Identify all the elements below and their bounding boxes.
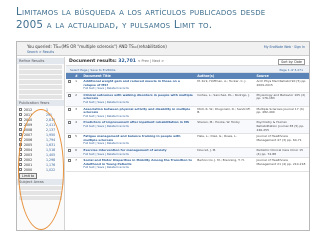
highlight-circle bbox=[18, 109, 64, 230]
row-source: Physiology and Behavior 105 (2) pp. 176-… bbox=[254, 92, 309, 107]
account-links[interactable]: My EndNote Web · Sign In bbox=[264, 45, 305, 49]
slide-title: Limitamos la búsqueda a los artículos pu… bbox=[16, 6, 312, 32]
row-number: 1 bbox=[73, 79, 82, 93]
row-checkbox[interactable] bbox=[68, 148, 71, 152]
row-number: 4 bbox=[73, 119, 82, 135]
row-source: Psychiatry & Human Rehabilitation Journa… bbox=[254, 119, 309, 135]
row-actions[interactable]: Full text | Save | Related records bbox=[83, 142, 193, 146]
table-row: 3 Association between physical activity a… bbox=[66, 106, 309, 121]
table-row: 6 Exercise intervention for management of… bbox=[66, 147, 309, 159]
row-number: 2 bbox=[73, 92, 82, 107]
pager-bar: Select Page | Save to EndNote Page 1 of … bbox=[66, 66, 309, 73]
results-panel: Document results: 32,701 < Prev | Next >… bbox=[66, 57, 309, 230]
screenshot-frame: You queried: TS=(MS OR "multiple scleros… bbox=[16, 41, 310, 231]
table-row: 1 Additional weight gain and reduced musc… bbox=[66, 79, 309, 93]
sort-select[interactable]: Sort by: Date bbox=[278, 58, 305, 65]
row-number: 6 bbox=[73, 147, 82, 159]
row-checkbox[interactable] bbox=[68, 121, 71, 125]
breadcrumb[interactable]: Search > Results bbox=[27, 50, 54, 54]
row-number: 3 bbox=[73, 106, 82, 121]
refine-heading: Refine Results bbox=[17, 58, 64, 64]
slide-title-line1: Limitamos la búsqueda a los artículos pu… bbox=[16, 6, 266, 18]
year-checkbox[interactable] bbox=[19, 113, 22, 116]
row-checkbox[interactable] bbox=[68, 135, 71, 139]
table-row: 5 Fatigue management and balance training… bbox=[66, 133, 309, 148]
results-table: # Document Title Author(s) Source 1 Addit… bbox=[66, 73, 309, 172]
year-checkbox[interactable] bbox=[19, 108, 22, 111]
year-checkbox[interactable] bbox=[19, 128, 22, 131]
row-source: Journal of Healthcare Management 21 (4) … bbox=[254, 157, 309, 172]
row-source: Arch Phys Med Rehabil 90 (5) pp. 2009-20… bbox=[254, 79, 309, 93]
page-indicator: Page 1 of 3,271 bbox=[279, 67, 303, 72]
slide-title-line2: 2005 a la actualidad, y pulsamos Limit t… bbox=[16, 19, 213, 31]
results-count: 32,701 bbox=[118, 59, 137, 64]
row-number: 5 bbox=[73, 133, 82, 148]
table-row: 2 Clinical outcomes with walking disorder… bbox=[66, 92, 309, 107]
row-authors: Hale, L.; Diaz, G.; Rowe, L. bbox=[195, 133, 255, 148]
row-checkbox[interactable] bbox=[68, 80, 71, 83]
row-checkbox[interactable] bbox=[68, 93, 71, 97]
row-actions[interactable]: Full text | Save | Related records bbox=[83, 114, 193, 119]
row-authors: Sheren, M.; Hooke, W. Tonby bbox=[195, 119, 255, 135]
app-topbar: You queried: TS=(MS OR "multiple scleros… bbox=[17, 42, 309, 56]
results-label: Document results: bbox=[69, 59, 117, 64]
row-actions[interactable]: Full text | Save | Related records bbox=[83, 100, 193, 105]
row-source: Multiple Sclerosis Journal 17 (4) pp. 48… bbox=[254, 106, 309, 121]
row-source: Journal of Healthcare Management 47 (3) … bbox=[254, 133, 309, 148]
row-authors: Motl, R. W.; Dlugonski, D.; Sandroff, B. bbox=[195, 106, 255, 121]
results-body: 1 Additional weight gain and reduced musc… bbox=[66, 79, 309, 172]
row-actions[interactable]: Full text | Save | Related records bbox=[83, 166, 193, 170]
row-checkbox[interactable] bbox=[68, 159, 71, 163]
refine-options bbox=[17, 65, 64, 99]
year-checkbox[interactable] bbox=[19, 118, 22, 121]
row-actions[interactable]: Full text | Save | Related records bbox=[83, 152, 193, 157]
years-heading: Publication Years bbox=[17, 100, 64, 106]
row-authors: Cortes, L.; Sanchez, P.L.; Rodrigo, J. bbox=[195, 92, 255, 107]
row-source: Pediatric Clinical Care Clinic 15 (4) pp… bbox=[254, 147, 309, 159]
page-actions[interactable]: Select Page | Save to EndNote bbox=[70, 68, 115, 72]
row-checkbox[interactable] bbox=[68, 107, 71, 111]
results-nav[interactable]: < Prev | Next > bbox=[138, 59, 164, 63]
table-row: 4 Predictors of improvement after inpatie… bbox=[66, 119, 309, 135]
table-row: 7 Social and Motor Disparities in Mobilit… bbox=[66, 157, 309, 172]
row-actions[interactable]: Full text | Save | Related records bbox=[83, 124, 193, 129]
query-text: You queried: TS=(MS OR "multiple scleros… bbox=[27, 44, 167, 49]
row-authors: Bertoncini, J. M.; Brenning, T. H. bbox=[195, 157, 255, 172]
row-number: 7 bbox=[73, 157, 82, 172]
row-authors: Doucet, J. M. bbox=[195, 147, 255, 159]
row-authors: M. Kirk, Hoffman, A.; Tucker, C. J. bbox=[195, 79, 255, 93]
year-checkbox[interactable] bbox=[19, 123, 22, 126]
results-header: Document results: 32,701 < Prev | Next >… bbox=[66, 57, 309, 66]
row-actions[interactable]: Full text | Save | Related records bbox=[83, 87, 193, 91]
